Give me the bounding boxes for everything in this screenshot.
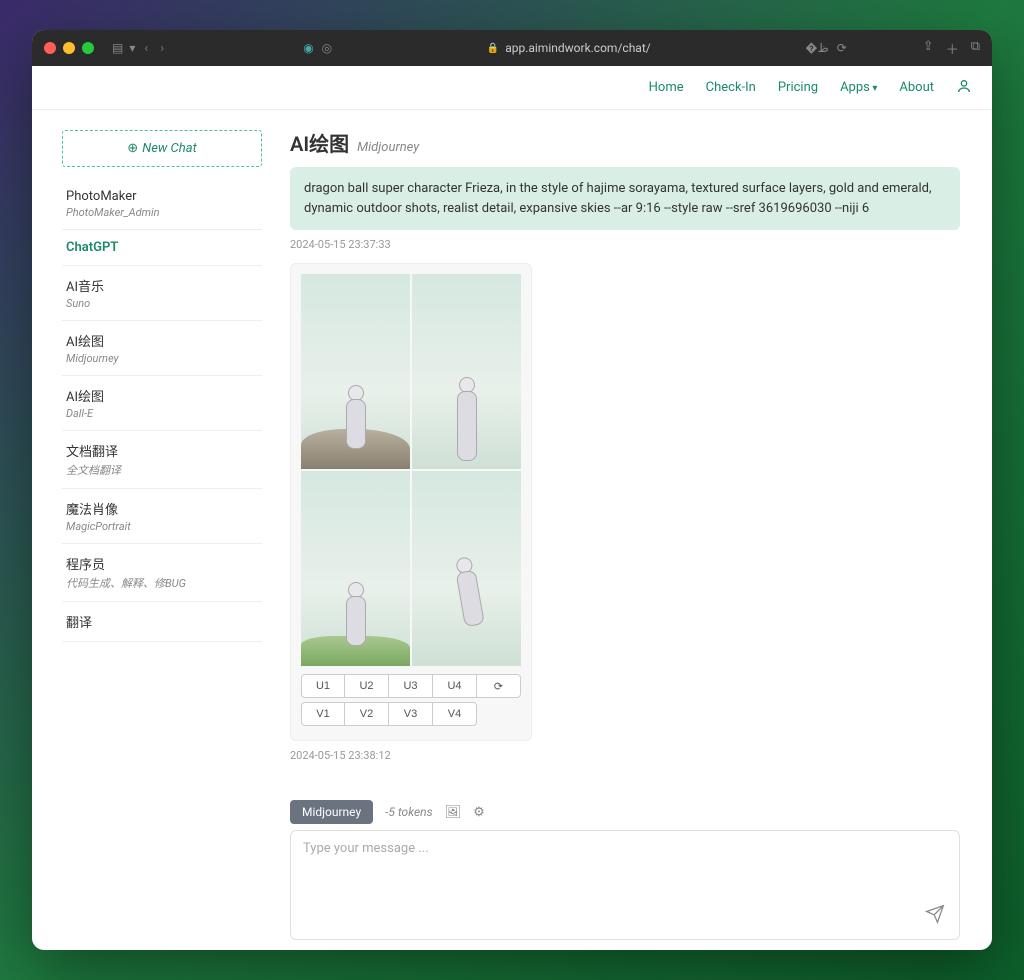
generated-image-2[interactable] bbox=[412, 274, 521, 469]
u3-button[interactable]: U3 bbox=[389, 674, 433, 698]
lock-icon: 🔒 bbox=[487, 43, 499, 54]
address-bar[interactable]: 🔒 app.aimindwork.com/chat/ bbox=[340, 41, 797, 55]
url-text: app.aimindwork.com/chat/ bbox=[505, 41, 651, 55]
sidebar-item-ai-draw-mj[interactable]: AI绘图 Midjourney bbox=[62, 321, 262, 376]
v1-button[interactable]: V1 bbox=[301, 702, 345, 726]
u4-button[interactable]: U4 bbox=[433, 674, 477, 698]
model-pill[interactable]: Midjourney bbox=[290, 800, 373, 824]
plus-icon: ⊕ bbox=[127, 141, 138, 156]
composer bbox=[290, 830, 960, 940]
prompt-timestamp: 2024-05-15 23:37:33 bbox=[290, 238, 960, 251]
browser-window: ▤ ▾ ‹ › ◉ ◎ 🔒 app.aimindwork.com/chat/ �… bbox=[32, 30, 992, 950]
u2-button[interactable]: U2 bbox=[345, 674, 389, 698]
reroll-button[interactable]: ⟳ bbox=[477, 674, 521, 698]
v2-button[interactable]: V2 bbox=[345, 702, 389, 726]
nav-apps[interactable]: Apps bbox=[840, 80, 877, 95]
page-subtitle: Midjourney bbox=[357, 140, 419, 155]
sidebar: ⊕ New Chat PhotoMaker PhotoMaker_Admin C… bbox=[32, 110, 272, 950]
sidebar-item-translate[interactable]: 翻译 bbox=[62, 602, 262, 642]
sidebar-toggle-icon[interactable]: ▤ bbox=[112, 41, 123, 55]
sidebar-item-chatgpt[interactable]: ChatGPT bbox=[62, 230, 262, 266]
sidebar-item-doc-translate[interactable]: 文档翻译 全文档翻译 bbox=[62, 431, 262, 489]
send-button[interactable] bbox=[925, 904, 945, 929]
nav-about[interactable]: About bbox=[899, 80, 934, 95]
nav-home[interactable]: Home bbox=[649, 80, 684, 95]
maximize-window-button[interactable] bbox=[82, 42, 94, 54]
page-title: AI绘图 Midjourney bbox=[290, 128, 960, 157]
close-window-button[interactable] bbox=[44, 42, 56, 54]
user-icon[interactable] bbox=[956, 78, 972, 98]
new-tab-icon[interactable]: ＋ bbox=[946, 39, 959, 58]
share-icon[interactable]: ⇪ bbox=[923, 39, 934, 58]
generated-image-1[interactable] bbox=[301, 274, 410, 469]
minimize-window-button[interactable] bbox=[63, 42, 75, 54]
ai-reply: U1 U2 U3 U4 ⟳ V1 V2 V3 V4 bbox=[290, 263, 532, 741]
forward-button[interactable]: › bbox=[157, 41, 167, 56]
upscale-row: U1 U2 U3 U4 ⟳ bbox=[301, 674, 521, 698]
window-controls bbox=[44, 42, 94, 54]
nav-checkin[interactable]: Check-In bbox=[706, 80, 756, 95]
sidebar-item-programmer[interactable]: 程序员 代码生成、解释、修BUG bbox=[62, 544, 262, 602]
v4-button[interactable]: V4 bbox=[433, 702, 477, 726]
sidebar-item-magic-portrait[interactable]: 魔法肖像 MagicPortrait bbox=[62, 489, 262, 544]
top-nav: Home Check-In Pricing Apps About bbox=[32, 66, 992, 110]
reply-timestamp: 2024-05-15 23:38:12 bbox=[290, 749, 960, 762]
image-icon[interactable]: 🖼 bbox=[445, 805, 462, 820]
shield-icon[interactable]: ◉ bbox=[303, 41, 313, 55]
v3-button[interactable]: V3 bbox=[389, 702, 433, 726]
dropdown-icon[interactable]: ▾ bbox=[129, 41, 135, 55]
gear-icon[interactable]: ⚙ bbox=[473, 805, 485, 820]
extension-icon[interactable]: ◎ bbox=[322, 41, 332, 55]
composer-area: Midjourney -5 tokens 🖼 ⚙ bbox=[290, 786, 960, 940]
generated-image-grid[interactable] bbox=[301, 274, 521, 666]
reload-icon[interactable]: ⟳ bbox=[837, 41, 847, 55]
user-prompt: dragon ball super character Frieza, in t… bbox=[290, 167, 960, 230]
sidebar-item-ai-music[interactable]: AI音乐 Suno bbox=[62, 266, 262, 321]
u1-button[interactable]: U1 bbox=[301, 674, 345, 698]
generated-image-4[interactable] bbox=[412, 471, 521, 666]
generated-image-3[interactable] bbox=[301, 471, 410, 666]
nav-pricing[interactable]: Pricing bbox=[778, 80, 818, 95]
sidebar-item-ai-draw-dalle[interactable]: AI绘图 Dall-E bbox=[62, 376, 262, 431]
tabs-icon[interactable]: ⧉ bbox=[971, 39, 980, 58]
message-input[interactable] bbox=[303, 841, 947, 921]
variation-row: V1 V2 V3 V4 bbox=[301, 702, 521, 726]
main-content: AI绘图 Midjourney dragon ball super charac… bbox=[272, 110, 992, 950]
new-chat-label: New Chat bbox=[142, 141, 197, 156]
reader-icon[interactable]: �ظ bbox=[805, 41, 828, 55]
titlebar: ▤ ▾ ‹ › ◉ ◎ 🔒 app.aimindwork.com/chat/ �… bbox=[32, 30, 992, 66]
token-count: -5 tokens bbox=[385, 805, 432, 819]
sidebar-item-photomaker[interactable]: PhotoMaker PhotoMaker_Admin bbox=[62, 179, 262, 230]
new-chat-button[interactable]: ⊕ New Chat bbox=[62, 130, 262, 167]
back-button[interactable]: ‹ bbox=[141, 41, 151, 56]
